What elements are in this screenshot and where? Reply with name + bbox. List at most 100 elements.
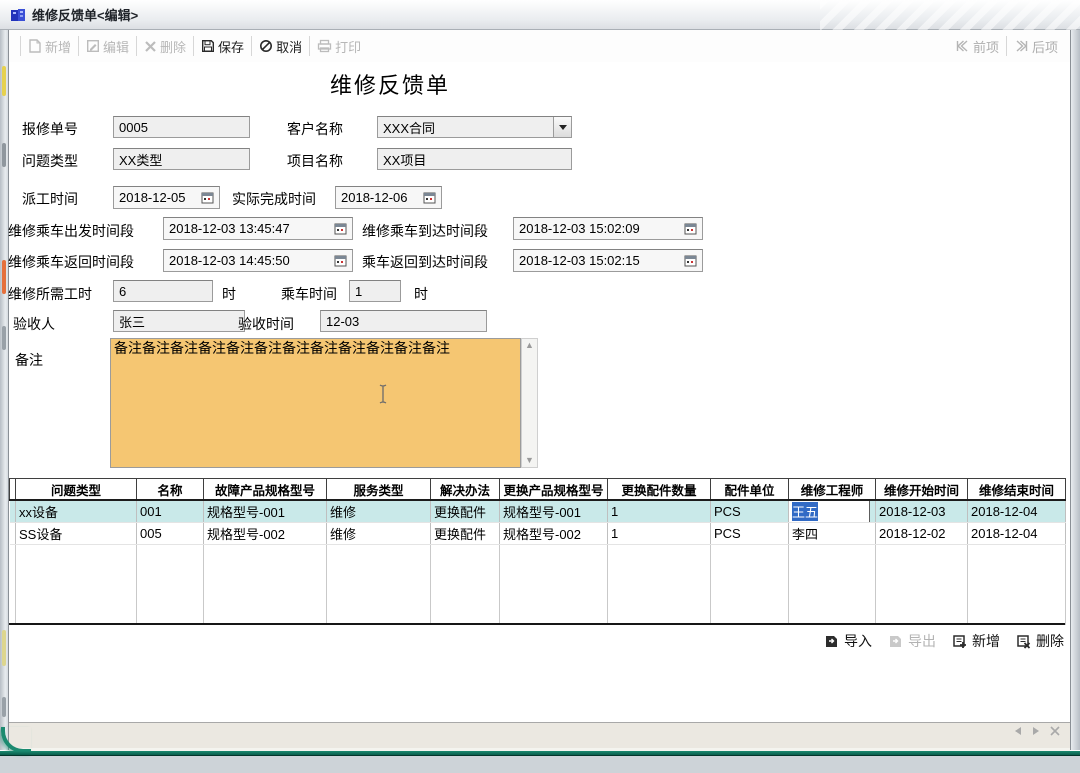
next-record-button[interactable]: 后项 xyxy=(1014,37,1058,56)
accept-time-field[interactable]: 12-03 xyxy=(320,310,487,332)
detail-grid: 问题类型 名称 故障产品规格型号 服务类型 解决办法 更换产品规格型号 更换配件… xyxy=(9,478,1066,625)
tab-close-icon[interactable] xyxy=(1050,726,1060,736)
depart-period-field[interactable]: 2018-12-03 13:45:47 xyxy=(163,217,353,240)
scroll-down-icon[interactable]: ▼ xyxy=(525,456,534,465)
customer-combobox[interactable]: XXX合同 xyxy=(377,116,572,138)
accept-time-label: 验收时间 xyxy=(238,314,294,334)
col-engineer[interactable]: 维修工程师 xyxy=(789,479,876,501)
arrive-period-field[interactable]: 2018-12-03 15:02:09 xyxy=(513,217,703,240)
record-nav: 前项 后项 xyxy=(955,30,1058,62)
tab-prev-icon[interactable] xyxy=(1014,726,1022,736)
work-hours-label: 维修所需工时 xyxy=(8,284,92,304)
printer-icon xyxy=(317,39,332,53)
save-button[interactable]: 保存 xyxy=(201,37,244,56)
finish-time-field[interactable]: 2018-12-06 xyxy=(335,186,442,209)
new-button[interactable]: 新增 xyxy=(28,37,71,56)
work-hours-field[interactable]: 6 xyxy=(113,280,213,302)
ride-time-unit: 时 xyxy=(414,284,428,304)
grid-row-1[interactable]: xx设备 001 规格型号-001 维修 更换配件 规格型号-001 1 PCS… xyxy=(10,500,1066,523)
edit-button[interactable]: 编辑 xyxy=(86,37,129,56)
col-solution[interactable]: 解决办法 xyxy=(431,479,500,501)
app-icon xyxy=(10,7,26,23)
remark-textarea[interactable]: 备注备注备注备注备注备注备注备注备注备注备注备注 xyxy=(110,338,521,468)
col-service-type[interactable]: 服务类型 xyxy=(327,479,431,501)
col-fault-model[interactable]: 故障产品规格型号 xyxy=(204,479,327,501)
add-row-icon xyxy=(952,634,968,649)
edit-doc-icon xyxy=(86,39,100,53)
engineer-cell-editing[interactable]: 王五 xyxy=(789,500,876,523)
export-icon xyxy=(888,634,904,649)
customer-dropdown-button[interactable] xyxy=(553,117,571,137)
finish-time-label: 实际完成时间 xyxy=(232,189,316,209)
acceptor-field[interactable]: 张三 xyxy=(113,310,245,332)
import-icon xyxy=(824,634,840,649)
col-replace-model[interactable]: 更换产品规格型号 xyxy=(500,479,608,501)
scroll-up-icon[interactable]: ▲ xyxy=(525,341,534,350)
prev-record-button[interactable]: 前项 xyxy=(955,37,999,56)
delete-row-button[interactable]: 删除 xyxy=(1016,631,1064,651)
work-hours-unit: 时 xyxy=(222,284,236,304)
export-button[interactable]: 导出 xyxy=(888,631,936,651)
remark-scrollbar[interactable]: ▲ ▼ xyxy=(521,338,538,468)
tab-nav xyxy=(1014,726,1060,736)
ride-time-field[interactable]: 1 xyxy=(349,280,401,302)
col-problem-type[interactable]: 问题类型 xyxy=(16,479,137,501)
new-doc-icon xyxy=(28,39,42,53)
repair-feedback-window: 维修反馈单<编辑> 新增 编辑 删除 保存 xyxy=(0,0,1080,756)
col-start-time[interactable]: 维修开始时间 xyxy=(876,479,968,501)
calendar-icon[interactable] xyxy=(334,254,347,267)
depart-period-label: 维修乘车出发时间段 xyxy=(8,221,134,241)
text-cursor xyxy=(378,383,388,405)
delete-button[interactable]: 删除 xyxy=(144,37,186,56)
arrive-period-label: 维修乘车到达时间段 xyxy=(362,221,488,241)
return-arrive-period-field[interactable]: 2018-12-03 15:02:15 xyxy=(513,249,703,272)
x-icon xyxy=(144,40,157,53)
cancel-button[interactable]: 取消 xyxy=(259,37,302,56)
dispatch-time-label: 派工时间 xyxy=(22,189,78,209)
problem-type-field[interactable]: XX类型 xyxy=(113,148,250,170)
report-no-label: 报修单号 xyxy=(22,119,78,139)
grid-row-2[interactable]: SS设备 005 规格型号-002 维修 更换配件 规格型号-002 1 PCS… xyxy=(10,523,1066,545)
calendar-icon[interactable] xyxy=(684,254,697,267)
col-replace-qty[interactable]: 更换配件数量 xyxy=(608,479,711,501)
calendar-icon[interactable] xyxy=(201,191,214,204)
project-field[interactable]: XX项目 xyxy=(377,148,572,170)
grid-header-row: 问题类型 名称 故障产品规格型号 服务类型 解决办法 更换产品规格型号 更换配件… xyxy=(10,479,1066,501)
problem-type-label: 问题类型 xyxy=(22,151,78,171)
form-title: 维修反馈单 xyxy=(0,68,780,100)
print-button[interactable]: 打印 xyxy=(317,37,361,56)
cancel-icon xyxy=(259,39,273,53)
prev-icon xyxy=(955,40,970,52)
next-icon xyxy=(1014,40,1029,52)
selected-text: 王五 xyxy=(792,502,818,521)
return-arrive-period-label: 乘车返回到达时间段 xyxy=(362,252,488,272)
chevron-down-icon xyxy=(559,125,567,130)
bottom-tabstrip: 基本资料 附件 xyxy=(9,722,1070,748)
remark-label: 备注 xyxy=(15,350,43,370)
cell-editor-input[interactable]: 王五 xyxy=(789,500,871,523)
calendar-icon[interactable] xyxy=(334,222,347,235)
detail-toolbar: 导入 导出 新增 删除 xyxy=(824,628,1064,654)
project-label: 项目名称 xyxy=(287,151,343,171)
add-row-button[interactable]: 新增 xyxy=(952,631,1000,651)
window-title: 维修反馈单<编辑> xyxy=(32,5,138,24)
delete-row-icon xyxy=(1016,634,1032,649)
tab-next-icon[interactable] xyxy=(1032,726,1040,736)
dispatch-time-field[interactable]: 2018-12-05 xyxy=(113,186,220,209)
customer-label: 客户名称 xyxy=(287,119,343,139)
col-name[interactable]: 名称 xyxy=(137,479,204,501)
acceptor-label: 验收人 xyxy=(13,314,55,334)
report-no-field[interactable]: 0005 xyxy=(113,116,250,138)
main-toolbar: 新增 编辑 删除 保存 取消 打印 前项 xyxy=(9,30,1070,62)
right-edge-decoration xyxy=(1071,30,1080,750)
window-titlebar: 维修反馈单<编辑> xyxy=(0,0,1080,30)
col-end-time[interactable]: 维修结束时间 xyxy=(968,479,1066,501)
calendar-icon[interactable] xyxy=(684,222,697,235)
return-period-label: 维修乘车返回时间段 xyxy=(8,252,134,272)
bottom-skin-band xyxy=(0,751,1080,756)
return-period-field[interactable]: 2018-12-03 14:45:50 xyxy=(163,249,353,272)
ride-time-label: 乘车时间 xyxy=(281,284,337,304)
col-part-unit[interactable]: 配件单位 xyxy=(711,479,789,501)
calendar-icon[interactable] xyxy=(423,191,436,204)
import-button[interactable]: 导入 xyxy=(824,631,872,651)
